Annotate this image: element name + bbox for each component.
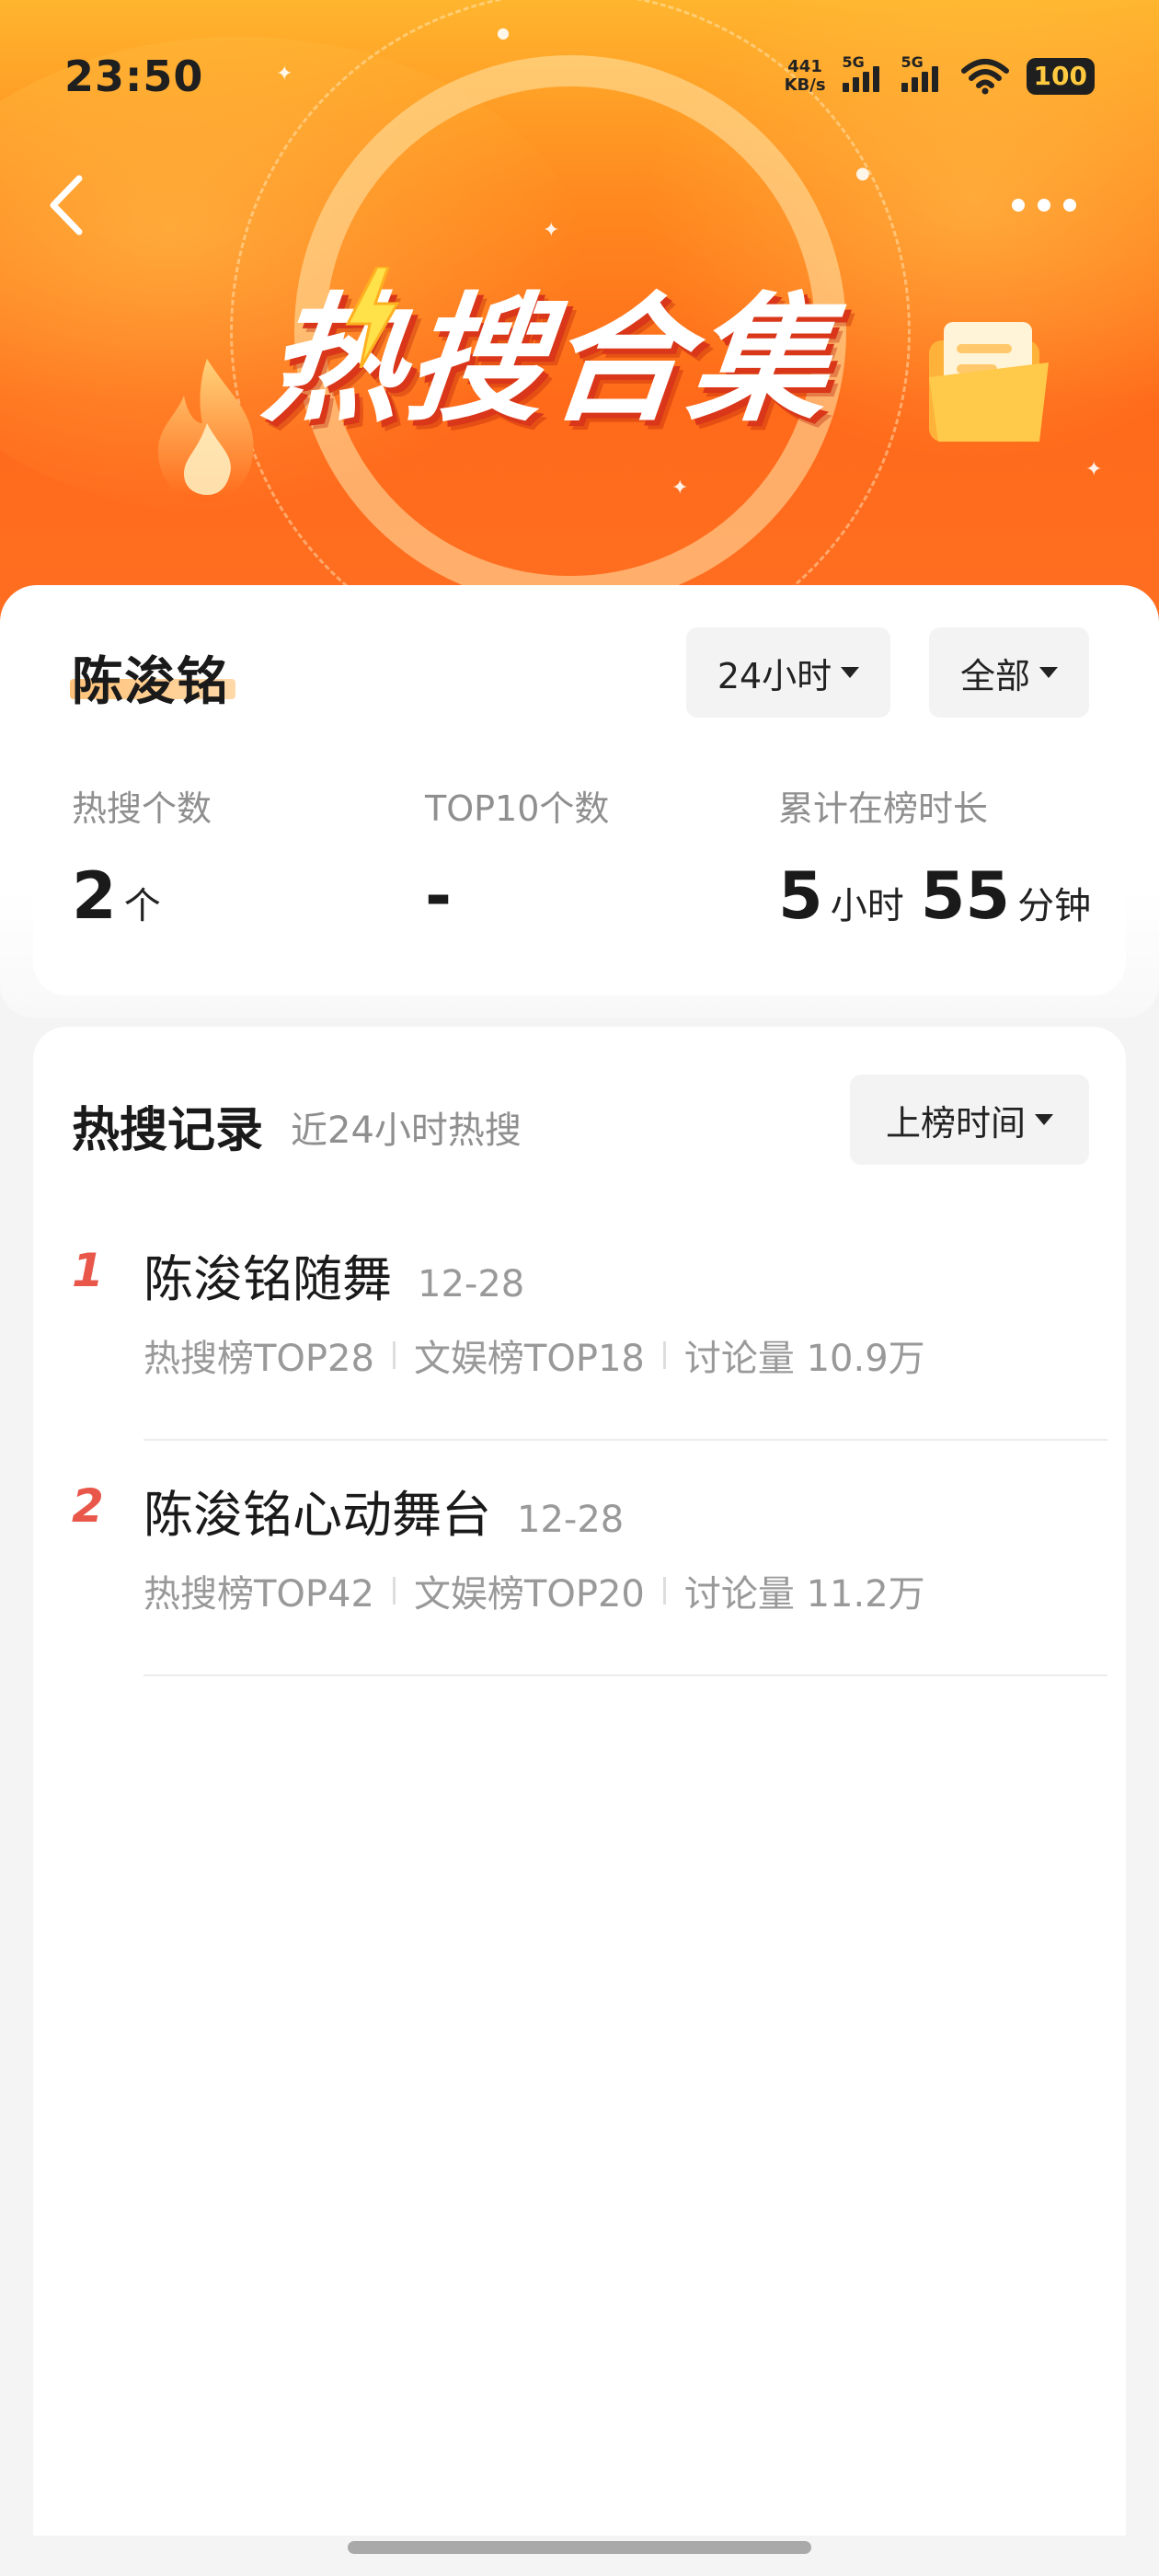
network-speed-value: 441 <box>787 57 822 76</box>
summary-card: 陈浚铭 24小时 全部 热搜个数 2 个 TOP10个数 - 累计在榜时长 5 … <box>0 585 1159 1018</box>
folder-icon <box>929 322 1049 442</box>
signal-label: 5G <box>901 53 924 71</box>
stat-label: 热搜个数 <box>72 788 212 829</box>
divider <box>392 1577 396 1604</box>
topic-name: 陈浚铭随舞 <box>143 1250 392 1308</box>
status-icons: 441 KB/s 5G 5G 100 <box>785 53 1095 99</box>
back-arrow-icon[interactable] <box>40 173 96 237</box>
hero-title-block: 热搜合集 <box>257 239 929 441</box>
caret-down-icon <box>1039 667 1058 678</box>
sparkle-icon: ✦ <box>543 219 560 242</box>
duration-minutes-unit: 分钟 <box>1017 885 1092 927</box>
records-subtitle: 近24小时热搜 <box>291 1110 522 1152</box>
records-title: 热搜记录 <box>72 1103 264 1158</box>
wifi-icon <box>960 59 1009 95</box>
caret-down-icon <box>1035 1114 1053 1125</box>
topic-date: 12-28 <box>418 1263 525 1305</box>
hot-search-rank: 热搜榜TOP42 <box>143 1573 374 1616</box>
scope-label: 全部 <box>959 655 1030 696</box>
list-item[interactable]: 1 陈浚铭随舞 12-28 热搜榜TOP28 文娱榜TOP18 讨论量 10.9万 <box>72 1211 1111 1446</box>
divider <box>392 1341 396 1369</box>
more-options-icon[interactable] <box>1012 191 1095 219</box>
discussion-count: 讨论量 11.2万 <box>683 1573 925 1616</box>
caret-down-icon <box>841 667 860 678</box>
rank-number: 2 <box>72 1479 104 1533</box>
scope-dropdown[interactable]: 全部 <box>929 627 1089 718</box>
status-bar: 23:50 441 KB/s 5G 5G 100 <box>0 0 1159 138</box>
lightning-icon <box>345 267 400 368</box>
duration-minutes: 55 <box>920 858 1011 934</box>
sort-dropdown[interactable]: 上榜时间 <box>850 1075 1089 1165</box>
rank-number: 1 <box>72 1244 104 1297</box>
time-range-label: 24小时 <box>717 655 832 696</box>
divider <box>143 1674 1107 1676</box>
battery-icon: 100 <box>1026 58 1095 95</box>
discussion-count: 讨论量 10.9万 <box>683 1338 925 1380</box>
stat-value: - <box>425 858 453 934</box>
stat-unit: 个 <box>123 885 161 927</box>
network-speed: 441 KB/s <box>785 58 826 95</box>
time-range-dropdown[interactable]: 24小时 <box>686 627 890 718</box>
status-time: 23:50 <box>64 52 204 101</box>
flame-icon <box>157 359 254 501</box>
stat-top10-count: TOP10个数 - <box>425 780 609 934</box>
entertainment-rank: 文娱榜TOP18 <box>413 1338 645 1380</box>
person-name: 陈浚铭 <box>72 652 229 712</box>
duration-hours-unit: 小时 <box>830 885 904 927</box>
list-item[interactable]: 2 陈浚铭心动舞台 12-28 热搜榜TOP42 文娱榜TOP20 讨论量 11.… <box>72 1446 1111 1682</box>
home-indicator[interactable] <box>348 2541 811 2554</box>
hero-banner: ✦ ● ● ✦ ✦ ✦ ● 23:50 441 KB/s 5G 5G 100 热… <box>0 0 1159 644</box>
hot-search-collection-page: ✦ ● ● ✦ ✦ ✦ ● 23:50 441 KB/s 5G 5G 100 热… <box>0 0 1159 2576</box>
stat-label: TOP10个数 <box>425 788 610 829</box>
stat-label: 累计在榜时长 <box>778 788 989 829</box>
divider <box>662 1577 666 1604</box>
sort-label: 上榜时间 <box>885 1102 1026 1144</box>
divider <box>662 1341 666 1369</box>
stat-total-duration: 累计在榜时长 5 小时 55 分钟 <box>778 780 1091 934</box>
stat-value: 2 <box>72 858 117 934</box>
hot-search-rank: 热搜榜TOP28 <box>143 1338 374 1380</box>
signal-icon: 5G <box>901 53 944 92</box>
topic-date: 12-28 <box>517 1499 625 1541</box>
entertainment-rank: 文娱榜TOP20 <box>413 1573 645 1616</box>
topic-name: 陈浚铭心动舞台 <box>143 1486 491 1544</box>
sparkle-icon: ✦ <box>1085 458 1103 481</box>
sparkle-icon: ✦ <box>671 477 689 500</box>
signal-icon: 5G <box>842 53 885 92</box>
sparkle-icon: ● <box>855 164 870 183</box>
divider <box>143 1439 1107 1441</box>
duration-hours: 5 <box>778 858 823 934</box>
stat-hot-search-count: 热搜个数 2 个 <box>72 780 212 934</box>
network-speed-unit: KB/s <box>784 75 826 95</box>
signal-label: 5G <box>842 53 865 71</box>
records-card: 热搜记录 近24小时热搜 上榜时间 1 陈浚铭随舞 12-28 热搜榜TOP28 … <box>33 1027 1126 2536</box>
